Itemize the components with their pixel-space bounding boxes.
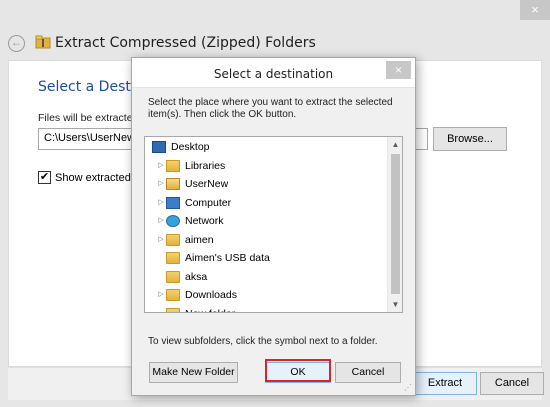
scroll-thumb[interactable]	[391, 154, 400, 294]
tree-scrollbar[interactable]: ▲ ▼	[387, 137, 402, 312]
tree-item-label: Computer	[185, 196, 232, 209]
folder-icon	[166, 252, 180, 264]
window-close-button[interactable]: ×	[520, 0, 550, 20]
tree-item-label: Libraries	[185, 159, 226, 172]
show-extracted-checkbox[interactable]: ✔	[38, 171, 51, 184]
extract-button[interactable]: Extract	[413, 372, 477, 395]
tree-item-label: aksa	[185, 270, 208, 283]
tree-item-label: UserNew	[185, 178, 229, 190]
tree-item-downloads[interactable]: ▷ Downloads	[145, 286, 385, 304]
tree-item-label: New folder	[185, 305, 235, 313]
destination-label: Files will be extracte	[38, 112, 133, 124]
back-button[interactable]: ←	[8, 35, 25, 52]
expand-arrow-icon[interactable]: ▷	[157, 212, 165, 230]
browse-button[interactable]: Browse...	[433, 127, 507, 151]
folder-icon	[166, 233, 180, 246]
expand-arrow-icon[interactable]: ▷	[157, 194, 165, 212]
dialog-title: Select a destination	[213, 67, 334, 81]
expand-arrow-icon[interactable]: ▷	[157, 175, 165, 193]
tree-item-desktop[interactable]: Desktop	[145, 138, 385, 156]
desktop-icon	[152, 141, 166, 153]
tree-item-network[interactable]: ▷ Network	[145, 212, 385, 230]
folder-icon	[166, 307, 180, 312]
ok-highlight-box	[265, 359, 331, 382]
folder-icon	[166, 289, 180, 301]
resize-grip-icon[interactable]: ⋰	[404, 383, 412, 392]
dialog-close-button[interactable]: ×	[386, 61, 411, 79]
wizard-heading: Select a Destin	[38, 79, 144, 95]
folder-icon	[166, 270, 180, 283]
scroll-down-icon[interactable]: ▼	[388, 297, 402, 312]
libraries-icon	[166, 159, 180, 172]
dialog-hint: To view subfolders, click the symbol nex…	[148, 336, 378, 347]
select-destination-dialog: Select a destination × Select the place …	[131, 57, 416, 396]
tree-item-libraries[interactable]: ▷ Libraries	[145, 157, 385, 175]
tree-item-label: Desktop	[171, 141, 210, 153]
computer-icon	[166, 196, 180, 209]
tree-item-label: Aimen's USB data	[185, 252, 270, 264]
wizard-cancel-button[interactable]: Cancel	[480, 372, 544, 395]
network-icon	[166, 215, 180, 227]
tree-item-aimen-s-usb-data[interactable]: Aimen's USB data	[145, 249, 385, 267]
expand-arrow-icon[interactable]: ▷	[157, 286, 165, 304]
tree-item-computer[interactable]: ▷ Computer	[145, 194, 385, 212]
tree-item-new-folder[interactable]: New folder	[145, 305, 385, 313]
dialog-cancel-button[interactable]: Cancel	[335, 362, 401, 383]
tree-item-label: Network	[185, 215, 224, 227]
scroll-up-icon[interactable]: ▲	[388, 137, 402, 152]
user-folder-icon	[166, 178, 180, 190]
tree-item-aimen[interactable]: ▷ aimen	[145, 231, 385, 249]
tree-item-aksa[interactable]: aksa	[145, 268, 385, 286]
title-bar	[0, 0, 550, 28]
show-extracted-label: Show extracted f	[55, 172, 137, 184]
expand-arrow-icon[interactable]: ▷	[157, 231, 165, 249]
dialog-instructions: Select the place where you want to extra…	[148, 97, 393, 120]
tree-item-label: Downloads	[185, 289, 237, 301]
folder-tree[interactable]: Desktop ▷ Libraries ▷ UserNew ▷ Computer ▷ Netwo…	[144, 136, 403, 313]
zip-folder-icon	[35, 35, 51, 49]
tree-item-usernew[interactable]: ▷ UserNew	[145, 175, 385, 193]
tree-item-label: aimen	[185, 233, 214, 246]
make-new-folder-button[interactable]: Make New Folder	[149, 362, 238, 383]
expand-arrow-icon[interactable]: ▷	[157, 157, 165, 175]
window-title: Extract Compressed (Zipped) Folders	[55, 35, 316, 51]
dialog-title-bar: Select a destination ×	[132, 58, 415, 88]
